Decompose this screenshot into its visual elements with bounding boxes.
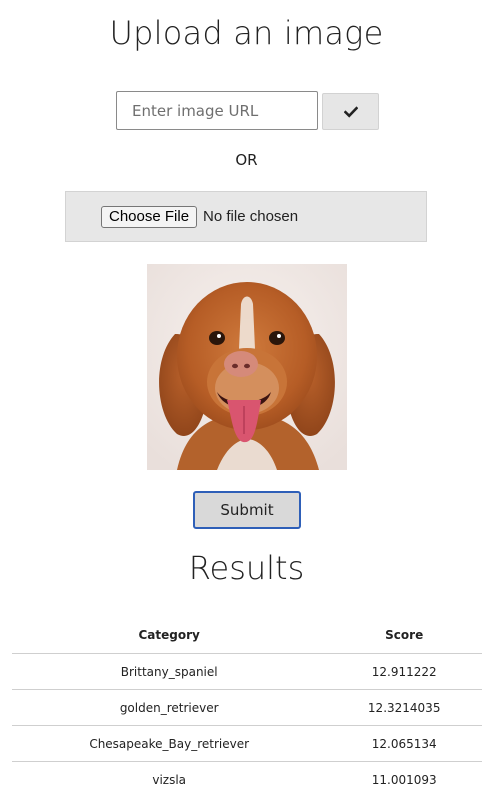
choose-file-button[interactable]: Choose File: [101, 205, 198, 228]
submit-button[interactable]: Submit: [193, 491, 301, 529]
category-cell: Chesapeake_Bay_retriever: [12, 725, 327, 762]
table-row: vizsla 11.001093: [12, 761, 482, 795]
score-cell: 11.001093: [326, 761, 482, 795]
table-row: golden_retriever 12.3214035: [12, 689, 482, 726]
results-title: Results: [188, 549, 305, 587]
url-submit-button[interactable]: [322, 93, 379, 130]
url-form: [116, 91, 379, 130]
score-cell: 12.911222: [326, 653, 482, 690]
table-row: Chesapeake_Bay_retriever 12.065134: [12, 725, 482, 762]
score-cell: 12.065134: [326, 725, 482, 762]
page-title: Upload an image: [109, 14, 384, 52]
results-table: Category Score Brittany_spaniel 12.91122…: [12, 617, 482, 795]
image-url-input[interactable]: [116, 91, 318, 130]
category-cell: golden_retriever: [12, 689, 327, 726]
or-separator: OR: [235, 151, 258, 169]
category-cell: vizsla: [12, 761, 327, 795]
column-header-score: Score: [326, 617, 482, 654]
file-upload-panel: Choose File No file chosen: [65, 191, 427, 242]
page: Upload an image OR Choose File No file c…: [0, 0, 493, 795]
dog-photo: [147, 264, 347, 470]
file-status-text: No file chosen: [203, 208, 299, 225]
score-cell: 12.3214035: [326, 689, 482, 726]
table-header-row: Category Score: [12, 617, 482, 654]
column-header-category: Category: [12, 617, 327, 654]
image-preview: [147, 264, 347, 470]
category-cell: Brittany_spaniel: [12, 653, 327, 690]
table-row: Brittany_spaniel 12.911222: [12, 653, 482, 690]
check-icon: [343, 105, 358, 118]
